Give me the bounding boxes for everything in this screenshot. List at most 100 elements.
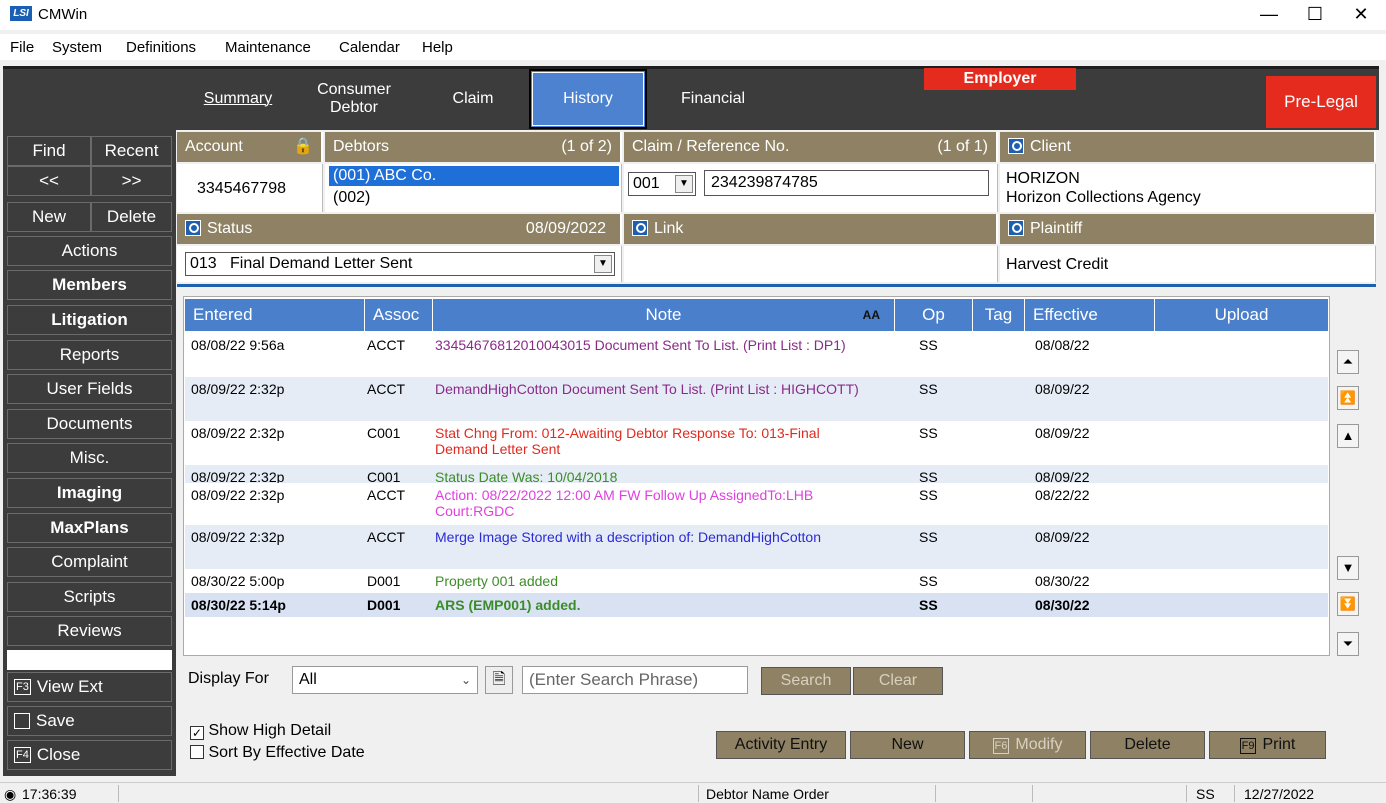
col-note[interactable]: Note AA — [433, 299, 895, 331]
col-assoc[interactable]: Assoc — [365, 299, 433, 331]
nav-litigation[interactable]: Litigation — [7, 305, 172, 335]
menu-calendar[interactable]: Calendar — [339, 39, 400, 56]
magnifier-icon[interactable] — [1008, 220, 1024, 236]
scroll-bottom-icon[interactable]: ⏷ — [1337, 632, 1359, 656]
recent-button[interactable]: Recent — [91, 136, 172, 166]
tab-summary[interactable]: Summary — [193, 69, 283, 129]
font-size-icon[interactable]: AA — [863, 299, 880, 331]
cell-note: Merge Image Stored with a description of… — [435, 529, 821, 545]
lock-icon[interactable]: 🔒 — [293, 132, 313, 162]
close-window-button[interactable]: ✕ — [1338, 0, 1384, 30]
table-row[interactable]: 08/09/22 2:32p C001 Stat Chng From: 012-Aw… — [185, 421, 1328, 465]
menu-maintenance[interactable]: Maintenance — [225, 39, 311, 56]
scroll-up-icon[interactable]: ▲ — [1337, 424, 1359, 448]
sort-by-effective-checkbox[interactable]: Sort By Effective Date — [190, 744, 365, 762]
display-for-select[interactable]: All ⌄ — [292, 666, 478, 694]
f9-key-icon: F9 — [1239, 738, 1257, 754]
nav-user-fields[interactable]: User Fields — [7, 374, 172, 404]
close-label: Close — [36, 745, 81, 764]
close-button[interactable]: F4 Close — [7, 740, 172, 770]
print-button[interactable]: F9 Print — [1209, 731, 1326, 759]
delete-note-button[interactable]: Delete — [1090, 731, 1205, 759]
nav-actions[interactable]: Actions — [7, 236, 172, 266]
menu-definitions[interactable]: Definitions — [126, 39, 196, 56]
menu-system[interactable]: System — [52, 39, 102, 56]
save-button[interactable]: Save — [7, 706, 172, 736]
modify-button[interactable]: F6 Modify — [969, 731, 1086, 759]
f6-key-icon: F6 — [992, 738, 1010, 754]
claim-select[interactable]: 001 ▼ — [628, 172, 696, 196]
col-upload[interactable]: Upload — [1155, 299, 1328, 331]
menu-file[interactable]: File — [10, 39, 34, 56]
nav-scripts[interactable]: Scripts — [7, 582, 172, 612]
document-icon[interactable]: 🗎 — [485, 666, 513, 694]
tab-consumer-debtor[interactable]: Consumer Debtor — [309, 69, 399, 129]
scroll-page-down-icon[interactable]: ⏬ — [1337, 592, 1359, 616]
status-bar: ◉ 17:36:39 Debtor Name Order SS 12/27/20… — [0, 782, 1386, 802]
claim-body: 001 ▼ 234239874785 — [624, 164, 998, 212]
table-row[interactable]: 08/30/22 5:00p D001 Property 001 added SS 08… — [185, 569, 1328, 591]
activity-entry-button[interactable]: Activity Entry — [716, 731, 846, 759]
new-note-button[interactable]: New — [850, 731, 965, 759]
scroll-top-icon[interactable]: ⏶ — [1337, 350, 1359, 374]
nav-reports[interactable]: Reports — [7, 340, 172, 370]
table-row[interactable]: 08/09/22 2:32p ACCT Action: 08/22/2022 12:… — [185, 483, 1328, 525]
title-bar: LSI CMWin — ☐ ✕ — [0, 0, 1386, 30]
table-row[interactable]: 08/08/22 9:56a ACCT 33454676812010043015 D… — [185, 333, 1328, 377]
scroll-down-icon[interactable]: ▼ — [1337, 556, 1359, 580]
nav-maxplans[interactable]: MaxPlans — [7, 513, 172, 543]
magnifier-icon[interactable] — [632, 220, 648, 236]
table-row[interactable]: 08/30/22 5:14p D001 ARS (EMP001) added. SS 0… — [185, 593, 1328, 617]
show-high-detail-label: Show High Detail — [208, 722, 332, 739]
plaintiff-label: Plaintiff — [1030, 220, 1083, 237]
tab-claim[interactable]: Claim — [433, 69, 513, 129]
status-add-icon[interactable] — [185, 220, 201, 236]
show-high-detail-checkbox[interactable]: ✓ Show High Detail — [190, 722, 331, 740]
delete-record-button[interactable]: Delete — [91, 202, 172, 232]
scroll-page-up-icon[interactable]: ⏫ — [1337, 386, 1359, 410]
table-row[interactable]: 08/09/22 2:32p ACCT DemandHighCotton Docum… — [185, 377, 1328, 421]
view-ext-label: View Ext — [36, 677, 103, 696]
debtor-item[interactable]: (002) — [333, 189, 370, 207]
nav-members[interactable]: Members — [7, 270, 172, 300]
clear-button[interactable]: Clear — [853, 667, 943, 695]
magnifier-icon[interactable] — [1008, 138, 1024, 154]
account-label: Account — [185, 138, 243, 155]
cell-assoc: ACCT — [367, 381, 406, 397]
nav-documents[interactable]: Documents — [7, 409, 172, 439]
reference-number-field[interactable]: 234239874785 — [704, 170, 989, 196]
next-record-button[interactable]: >> — [91, 166, 172, 196]
checkbox-checked-icon: ✓ — [190, 726, 204, 740]
previous-record-button[interactable]: << — [7, 166, 91, 196]
search-input[interactable]: (Enter Search Phrase) — [522, 666, 748, 694]
debtors-list[interactable]: (001) ABC Co. (002) — [325, 164, 622, 212]
status-select[interactable]: 013 Final Demand Letter Sent ▼ — [185, 252, 615, 276]
nav-imaging[interactable]: Imaging — [7, 478, 172, 508]
nav-complaint[interactable]: Complaint — [7, 547, 172, 577]
cell-op: SS — [919, 381, 938, 397]
tab-financial[interactable]: Financial — [663, 69, 763, 129]
view-ext-button[interactable]: F3 View Ext — [7, 672, 172, 702]
tab-employer[interactable]: Employer — [924, 68, 1076, 90]
table-row[interactable]: 08/09/22 2:32p C001 Status Date Was: 10/04… — [185, 465, 1328, 485]
nav-misc[interactable]: Misc. — [7, 443, 172, 473]
col-entered[interactable]: Entered — [185, 299, 365, 331]
col-tag[interactable]: Tag — [973, 299, 1025, 331]
table-row[interactable]: 08/09/22 2:32p ACCT Merge Image Stored wit… — [185, 525, 1328, 569]
col-op[interactable]: Op — [895, 299, 973, 331]
minimize-button[interactable]: — — [1246, 0, 1292, 30]
tab-history[interactable]: History — [529, 69, 647, 129]
link-header: Link — [624, 214, 998, 244]
find-button[interactable]: Find — [7, 136, 91, 166]
menu-help[interactable]: Help — [422, 39, 453, 56]
pre-legal-button[interactable]: Pre-Legal — [1266, 76, 1376, 128]
tab-consumer-label: Consumer — [317, 81, 391, 98]
maximize-button[interactable]: ☐ — [1292, 0, 1338, 30]
col-effective[interactable]: Effective — [1025, 299, 1155, 331]
nav-reviews[interactable]: Reviews — [7, 616, 172, 646]
debtor-item-selected[interactable]: (001) ABC Co. — [329, 166, 619, 186]
new-record-button[interactable]: New — [7, 202, 91, 232]
search-button[interactable]: Search — [761, 667, 851, 695]
cell-entered: 08/30/22 5:14p — [191, 597, 286, 613]
account-header: Account 🔒 — [177, 132, 323, 162]
